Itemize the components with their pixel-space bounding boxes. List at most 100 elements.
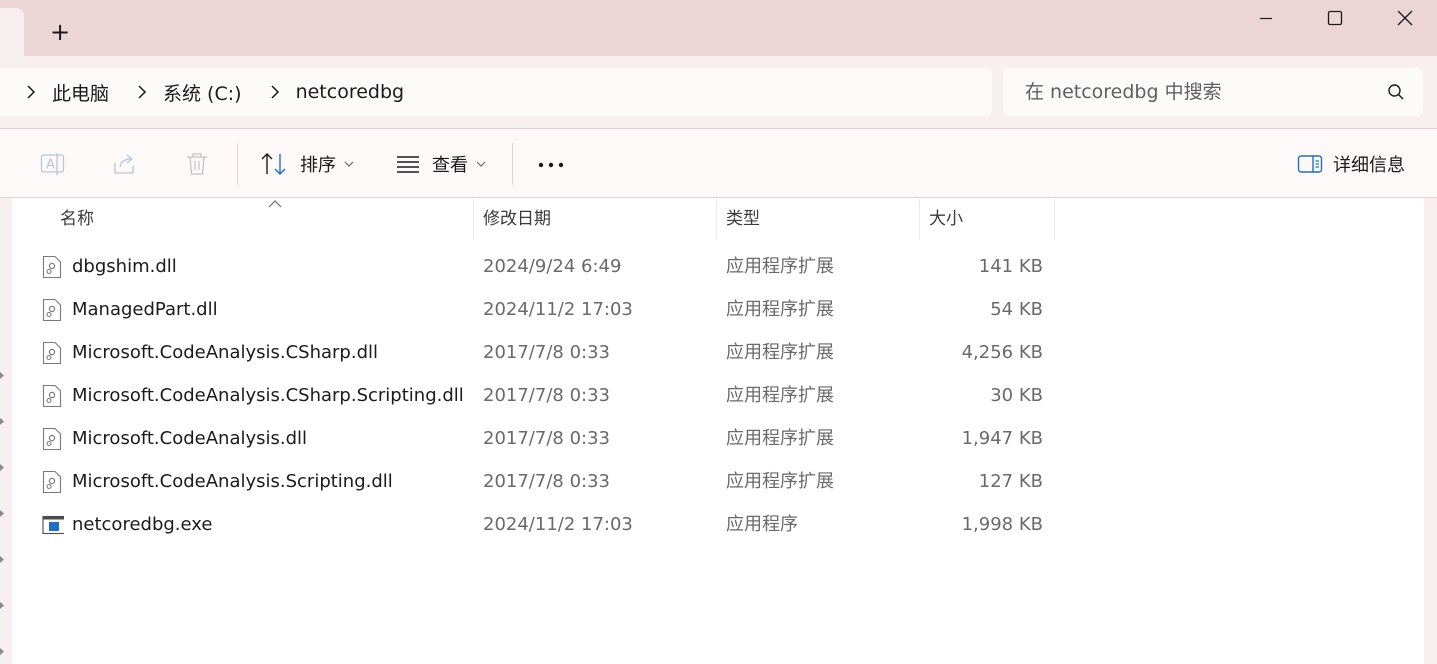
- breadcrumb-item-netcoredbg[interactable]: netcoredbg: [296, 81, 405, 103]
- chevron-right-icon[interactable]: [0, 648, 4, 655]
- file-type: 应用程序扩展: [726, 299, 834, 320]
- file-type: 应用程序扩展: [726, 256, 834, 277]
- file-modified-date: 2017/7/8 0:33: [483, 428, 610, 449]
- chevron-right-icon[interactable]: [22, 83, 40, 101]
- chevron-right-icon[interactable]: [0, 418, 4, 425]
- minimize-icon: [1260, 17, 1272, 20]
- toolbar-separator: [237, 143, 238, 185]
- sort-icon: [261, 153, 286, 175]
- file-type: 应用程序扩展: [726, 471, 834, 492]
- file-size: 127 KB: [978, 471, 1043, 492]
- file-size: 54 KB: [990, 299, 1043, 320]
- file-name[interactable]: Microsoft.CodeAnalysis.dll: [72, 417, 307, 460]
- file-modified-date: 2017/7/8 0:33: [483, 385, 610, 406]
- file-type: 应用程序扩展: [726, 428, 834, 449]
- column-resize-handle[interactable]: [473, 198, 474, 240]
- chevron-down-icon: [344, 161, 354, 167]
- exe-file-icon: [42, 515, 64, 535]
- file-size: 4,256 KB: [961, 342, 1043, 363]
- column-resize-handle[interactable]: [1054, 198, 1055, 240]
- navigation-pane-edge[interactable]: [0, 198, 12, 664]
- file-modified-date: 2024/11/2 17:03: [483, 299, 633, 320]
- column-header-date[interactable]: 修改日期: [483, 198, 551, 240]
- view-label: 查看: [432, 155, 468, 176]
- chevron-down-icon: [476, 161, 486, 167]
- chevron-right-icon[interactable]: [0, 556, 4, 563]
- column-resize-handle[interactable]: [716, 198, 717, 240]
- file-modified-date: 2024/9/24 6:49: [483, 256, 622, 277]
- column-header-type[interactable]: 类型: [726, 198, 760, 240]
- dll-file-icon: [42, 341, 62, 365]
- file-name[interactable]: netcoredbg.exe: [72, 503, 212, 546]
- file-list-view: 名称 修改日期 类型 大小 dbgshim.dll 2024/9/24 6:49…: [0, 198, 1437, 664]
- file-modified-date: 2024/11/2 17:03: [483, 514, 633, 535]
- dll-file-icon: [42, 384, 62, 408]
- close-icon: [1397, 10, 1413, 26]
- file-row[interactable]: Microsoft.CodeAnalysis.dll 2017/7/8 0:33…: [12, 417, 1052, 460]
- maximize-icon: [1327, 10, 1343, 26]
- file-modified-date: 2017/7/8 0:33: [483, 342, 610, 363]
- chevron-right-icon[interactable]: [0, 464, 4, 471]
- file-row[interactable]: Microsoft.CodeAnalysis.CSharp.dll 2017/7…: [12, 331, 1052, 374]
- file-name[interactable]: Microsoft.CodeAnalysis.Scripting.dll: [72, 460, 393, 503]
- vertical-scrollbar[interactable]: [1424, 198, 1437, 664]
- dll-file-icon: [42, 427, 62, 451]
- sort-label: 排序: [300, 155, 336, 176]
- chevron-right-icon[interactable]: [266, 83, 284, 101]
- file-row[interactable]: Microsoft.CodeAnalysis.Scripting.dll 201…: [12, 460, 1052, 503]
- search-icon[interactable]: [1387, 83, 1405, 101]
- minimize-button[interactable]: [1231, 0, 1301, 36]
- delete-icon: [187, 153, 207, 175]
- chevron-right-icon[interactable]: [133, 83, 151, 101]
- breadcrumb[interactable]: 此电脑 系统 (C:) netcoredbg: [0, 68, 992, 116]
- file-name[interactable]: dbgshim.dll: [72, 245, 177, 288]
- file-row[interactable]: netcoredbg.exe 2024/11/2 17:03 应用程序 1,99…: [12, 503, 1052, 546]
- rename-icon: A: [40, 153, 65, 175]
- file-modified-date: 2017/7/8 0:33: [483, 471, 610, 492]
- search-placeholder[interactable]: 在 netcoredbg 中搜索: [1025, 68, 1222, 116]
- details-pane-button[interactable]: 详细信息: [1297, 145, 1405, 183]
- more-dots-icon: [538, 162, 564, 168]
- search-box[interactable]: 在 netcoredbg 中搜索: [1003, 68, 1423, 116]
- file-type: 应用程序扩展: [726, 385, 834, 406]
- details-label: 详细信息: [1333, 155, 1405, 176]
- sort-button[interactable]: 排序: [260, 145, 354, 183]
- toolbar-separator: [512, 143, 513, 185]
- chevron-right-icon[interactable]: [0, 602, 4, 609]
- new-tab-button[interactable]: +: [40, 14, 80, 50]
- share-button[interactable]: [112, 151, 138, 177]
- chevron-right-icon[interactable]: [0, 372, 4, 379]
- column-header-row: 名称 修改日期 类型 大小: [12, 198, 1424, 240]
- file-row[interactable]: Microsoft.CodeAnalysis.CSharp.Scripting.…: [12, 374, 1052, 417]
- maximize-button[interactable]: [1300, 0, 1370, 36]
- dll-file-icon: [42, 470, 62, 494]
- view-button[interactable]: 查看: [396, 145, 486, 183]
- column-resize-handle[interactable]: [919, 198, 920, 240]
- file-name[interactable]: Microsoft.CodeAnalysis.CSharp.dll: [72, 331, 378, 374]
- file-name[interactable]: ManagedPart.dll: [72, 288, 218, 331]
- file-row[interactable]: dbgshim.dll 2024/9/24 6:49 应用程序扩展 141 KB: [12, 245, 1052, 288]
- view-icon: [397, 156, 419, 173]
- address-row: 此电脑 系统 (C:) netcoredbg 在 netcoredbg 中搜索: [0, 56, 1437, 128]
- file-type: 应用程序: [726, 514, 798, 535]
- active-tab[interactable]: [0, 8, 24, 56]
- rename-button[interactable]: A: [40, 151, 66, 177]
- svg-text:A: A: [46, 158, 55, 173]
- file-type: 应用程序扩展: [726, 342, 834, 363]
- file-size: 30 KB: [990, 385, 1043, 406]
- delete-button[interactable]: [184, 151, 210, 177]
- breadcrumb-item-c-drive[interactable]: 系统 (C:): [163, 79, 242, 106]
- file-size: 1,998 KB: [961, 514, 1043, 535]
- file-size: 141 KB: [978, 256, 1043, 277]
- chevron-right-icon[interactable]: [0, 510, 4, 517]
- column-header-size[interactable]: 大小: [929, 198, 963, 240]
- share-icon: [114, 154, 134, 174]
- dll-file-icon: [42, 255, 62, 279]
- file-name[interactable]: Microsoft.CodeAnalysis.CSharp.Scripting.…: [72, 374, 464, 417]
- file-row[interactable]: ManagedPart.dll 2024/11/2 17:03 应用程序扩展 5…: [12, 288, 1052, 331]
- command-bar: A 排序 查看 详细信息: [0, 128, 1437, 198]
- breadcrumb-item-this-pc[interactable]: 此电脑: [52, 79, 109, 106]
- close-button[interactable]: [1370, 0, 1437, 36]
- more-options-button[interactable]: [536, 153, 566, 177]
- column-header-name[interactable]: 名称: [60, 198, 94, 240]
